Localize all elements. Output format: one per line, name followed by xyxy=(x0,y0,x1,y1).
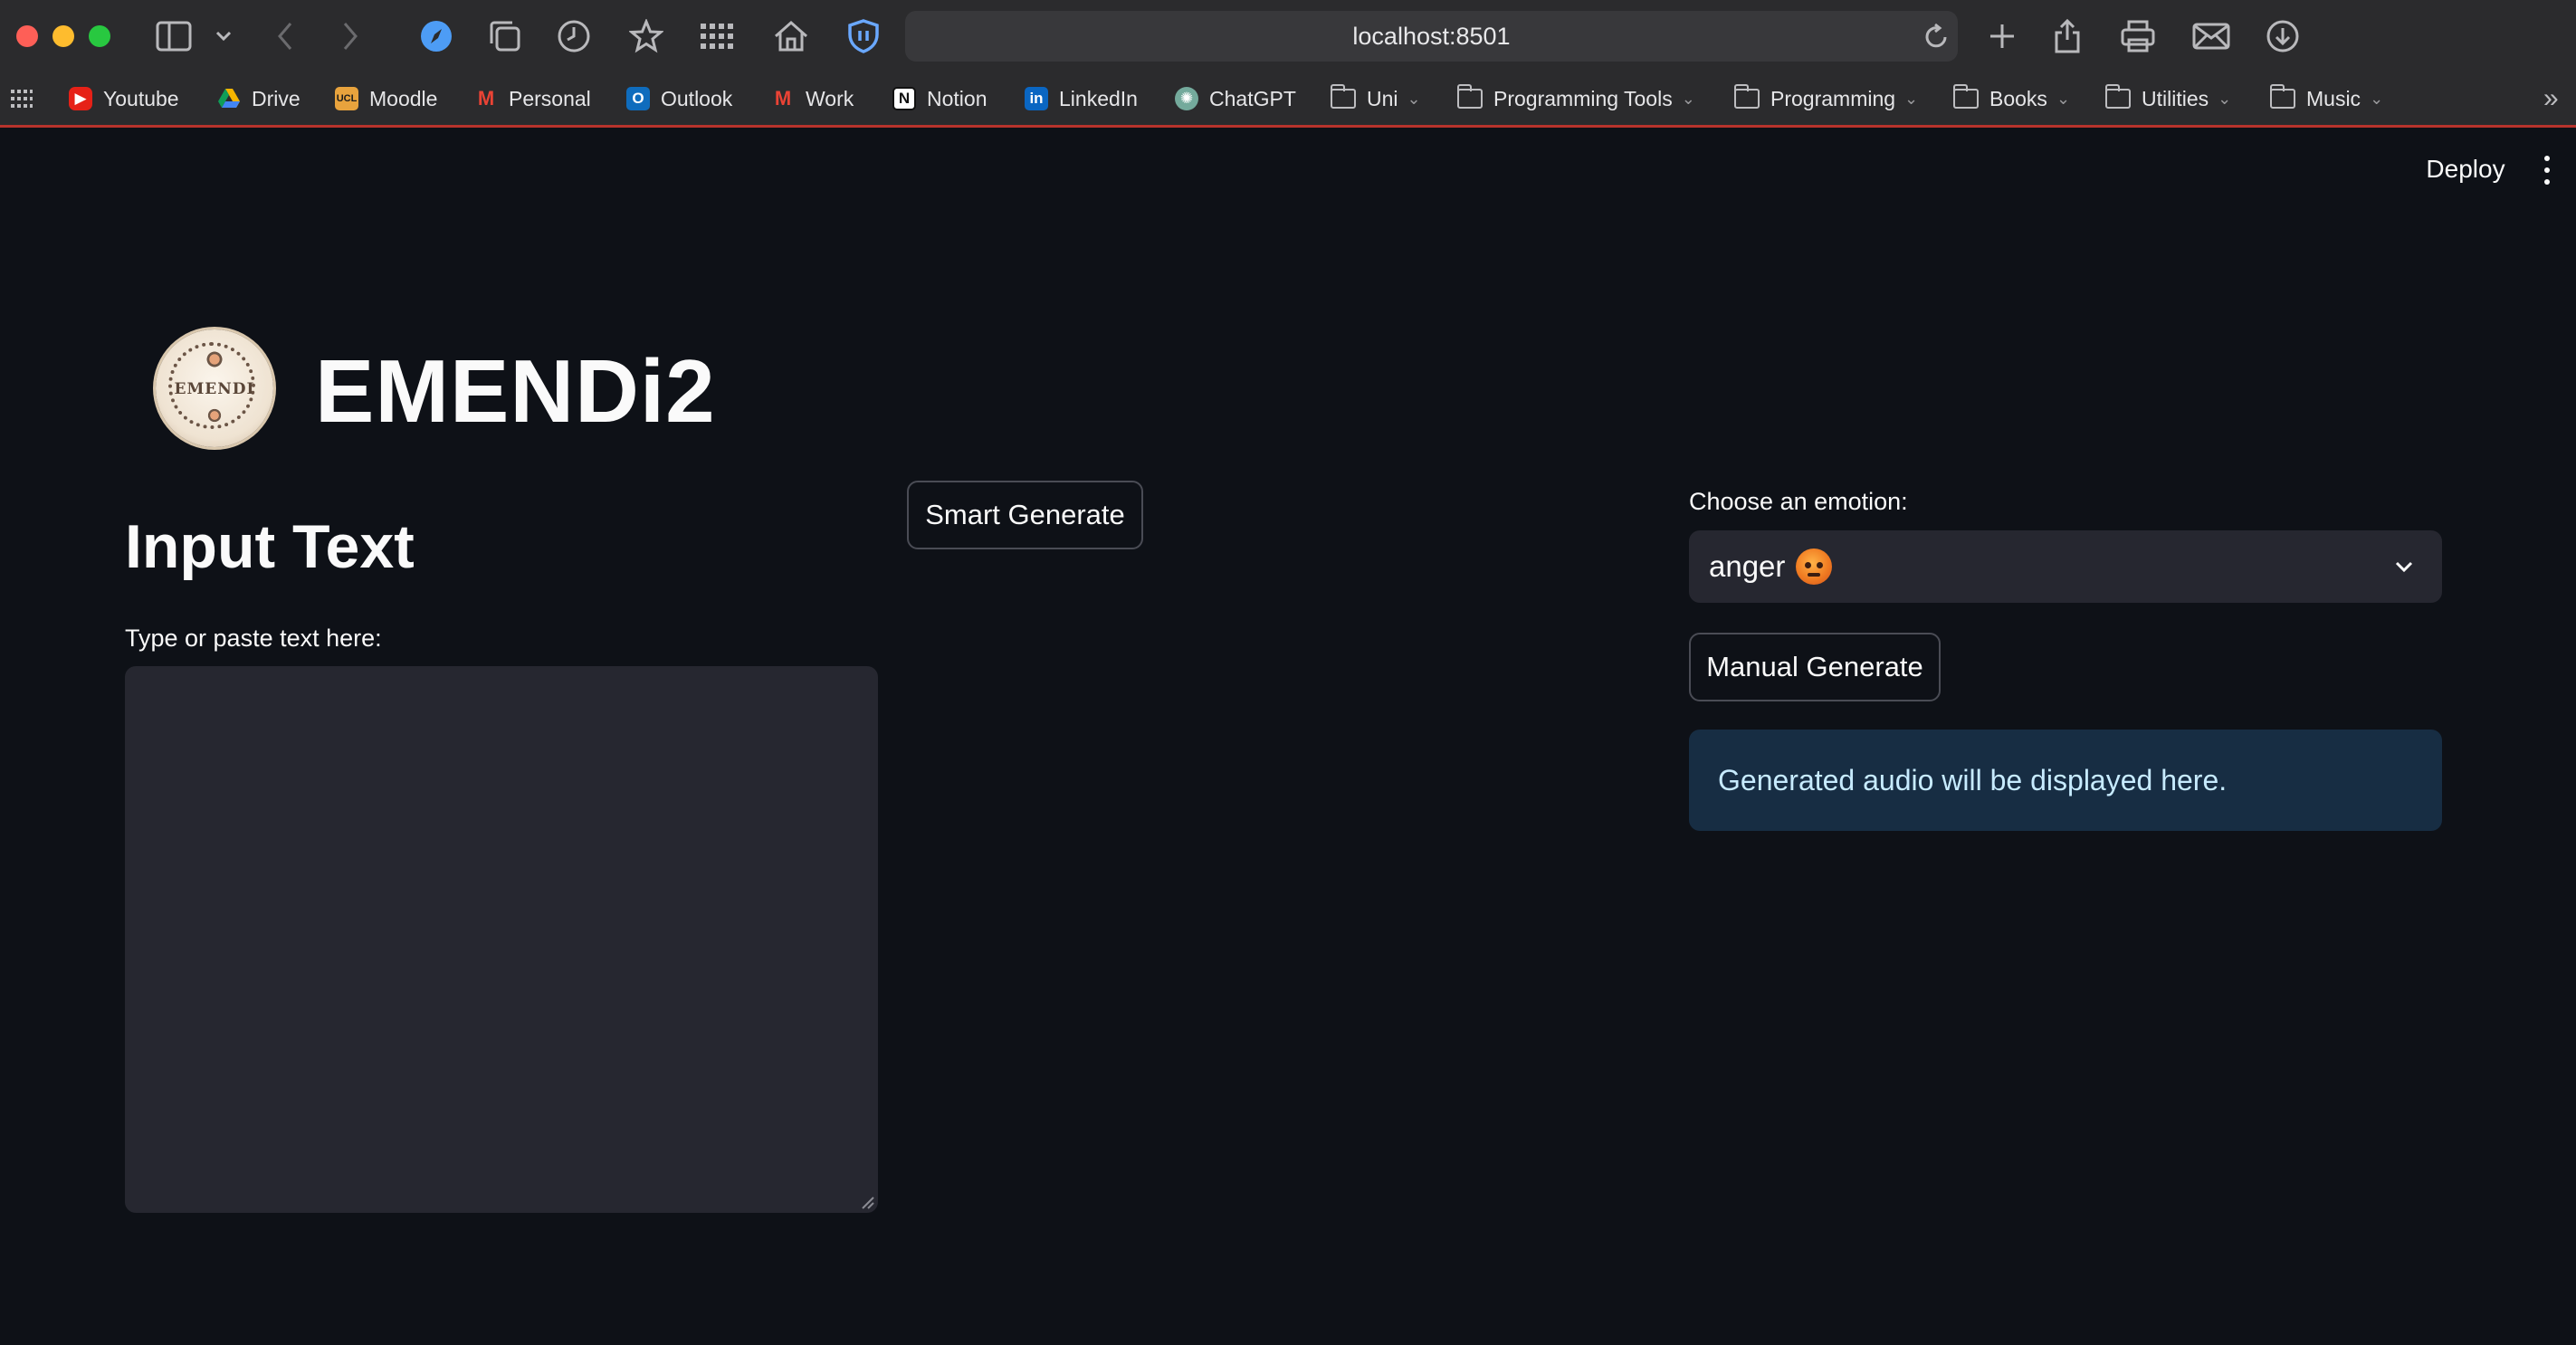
bookmark-outlook[interactable]: O Outlook xyxy=(626,72,732,125)
bookmark-label: Youtube xyxy=(103,86,179,110)
logo-text: EMENDI xyxy=(174,380,255,398)
mail-icon[interactable] xyxy=(2190,16,2232,56)
folder-icon xyxy=(1330,84,1356,109)
textarea-label: Type or paste text here: xyxy=(125,625,382,652)
maximize-window-button[interactable] xyxy=(89,25,110,47)
gmail-icon: M xyxy=(477,87,495,110)
apps-grid-icon[interactable] xyxy=(697,16,737,56)
deploy-button[interactable]: Deploy xyxy=(2402,150,2529,188)
print-icon[interactable] xyxy=(2118,16,2158,56)
folder-icon xyxy=(1456,84,1483,109)
bookmark-drive[interactable]: Drive xyxy=(217,72,301,125)
chevron-down-icon: ⌄ xyxy=(1681,89,1695,108)
apps-grid-small-icon[interactable] xyxy=(11,72,33,125)
new-tab-plus-icon[interactable] xyxy=(1982,16,2022,56)
bookmark-folder-utilities[interactable]: Utilities ⌄ xyxy=(2104,72,2232,125)
more-bookmarks-chevron-icon[interactable]: » xyxy=(2543,72,2559,125)
close-window-button[interactable] xyxy=(16,25,38,47)
bookmark-label: Work xyxy=(806,86,854,110)
back-arrow-icon[interactable] xyxy=(270,16,301,56)
drive-icon xyxy=(217,87,241,110)
home-icon[interactable] xyxy=(771,16,811,56)
smart-generate-button[interactable]: Smart Generate xyxy=(907,481,1143,549)
bookmark-label: Notion xyxy=(927,86,987,110)
bookmark-label: LinkedIn xyxy=(1059,86,1138,110)
bookmark-folder-programming[interactable]: Programming ⌄ xyxy=(1733,72,1919,125)
reload-icon[interactable] xyxy=(1921,16,1951,56)
bookmark-label: Outlook xyxy=(661,86,733,110)
bookmark-work[interactable]: M Work xyxy=(771,72,854,125)
minimize-window-button[interactable] xyxy=(52,25,74,47)
bookmark-folder-books[interactable]: Books ⌄ xyxy=(1952,72,2071,125)
bookmark-folder-uni[interactable]: Uni ⌄ xyxy=(1330,72,1421,125)
input-text-header: Input Text xyxy=(125,512,415,581)
audio-info-message: Generated audio will be displayed here. xyxy=(1689,730,2442,831)
bookmark-folder-music[interactable]: Music ⌄ xyxy=(2269,72,2384,125)
chevron-down-icon: ⌄ xyxy=(2056,89,2071,108)
forward-arrow-icon[interactable] xyxy=(335,16,366,56)
text-input-area[interactable] xyxy=(125,666,878,1213)
address-bar[interactable]: localhost:8501 xyxy=(905,11,1958,62)
notion-icon: N xyxy=(892,87,916,110)
download-icon[interactable] xyxy=(2263,16,2303,56)
chevron-down-icon xyxy=(2395,561,2413,573)
bookmark-chatgpt[interactable]: ✺ ChatGPT xyxy=(1175,72,1296,125)
chatgpt-icon: ✺ xyxy=(1175,87,1198,110)
folder-icon xyxy=(2104,84,2131,109)
folder-icon xyxy=(2269,84,2295,109)
bookmark-moodle[interactable]: UCL Moodle xyxy=(335,72,437,125)
youtube-icon: ▶ xyxy=(69,87,92,110)
bookmark-notion[interactable]: N Notion xyxy=(892,72,987,125)
app-logo: EMENDI xyxy=(156,329,273,447)
chevron-down-icon: ⌄ xyxy=(1407,89,1421,108)
shield-extension-icon[interactable] xyxy=(844,16,883,56)
bookmark-label: Music xyxy=(2306,86,2361,110)
share-icon[interactable] xyxy=(2047,16,2087,56)
bookmark-linkedin[interactable]: in LinkedIn xyxy=(1025,72,1138,125)
bookmark-label: Personal xyxy=(509,86,591,110)
history-clock-icon[interactable] xyxy=(554,16,594,56)
bookmark-label: Moodle xyxy=(369,86,438,110)
bookmark-label: Programming Tools xyxy=(1493,86,1673,110)
emotion-selected-value: anger xyxy=(1709,549,1786,583)
bookmark-folder-programming-tools[interactable]: Programming Tools ⌄ xyxy=(1456,72,1695,125)
resize-handle-icon[interactable] xyxy=(860,1195,874,1209)
browser-toolbar: localhost:8501 xyxy=(0,0,2576,72)
bookmark-label: Drive xyxy=(252,86,301,110)
manual-generate-button[interactable]: Manual Generate xyxy=(1689,633,1941,701)
compass-icon[interactable] xyxy=(416,16,456,56)
gmail-icon: M xyxy=(774,87,792,110)
bookmark-label: Books xyxy=(1989,86,2047,110)
url-text: localhost:8501 xyxy=(1352,23,1511,50)
main-menu-icon[interactable] xyxy=(2534,152,2560,188)
chevron-down-icon[interactable] xyxy=(210,16,237,56)
linkedin-icon: in xyxy=(1025,87,1048,110)
angry-face-icon xyxy=(1796,548,1833,585)
bookmark-label: Utilities xyxy=(2142,86,2209,110)
chevron-down-icon: ⌄ xyxy=(1904,89,1919,108)
info-message-text: Generated audio will be displayed here. xyxy=(1718,763,2228,797)
outlook-icon: O xyxy=(626,87,650,110)
emotion-select[interactable]: anger xyxy=(1689,530,2442,603)
page-title: EMENDi2 xyxy=(315,341,716,441)
bookmark-youtube[interactable]: ▶ Youtube xyxy=(69,72,179,125)
favorites-star-icon[interactable] xyxy=(626,16,666,56)
folder-icon xyxy=(1952,84,1979,109)
sidebar-toggle-icon[interactable] xyxy=(154,16,194,56)
bookmark-personal[interactable]: M Personal xyxy=(474,72,591,125)
chevron-down-icon: ⌄ xyxy=(2370,89,2384,108)
tabs-overview-icon[interactable] xyxy=(485,16,525,56)
folder-icon xyxy=(1733,84,1760,109)
bookmark-label: Uni xyxy=(1367,86,1398,110)
moodle-icon: UCL xyxy=(335,87,358,110)
bookmark-label: Programming xyxy=(1770,86,1896,110)
bookmarks-bar: ▶ Youtube Drive UCL Moodle M Personal O … xyxy=(0,72,2576,128)
bookmark-label: ChatGPT xyxy=(1209,86,1296,110)
emotion-select-label: Choose an emotion: xyxy=(1689,488,1908,515)
chevron-down-icon: ⌄ xyxy=(2218,89,2232,108)
